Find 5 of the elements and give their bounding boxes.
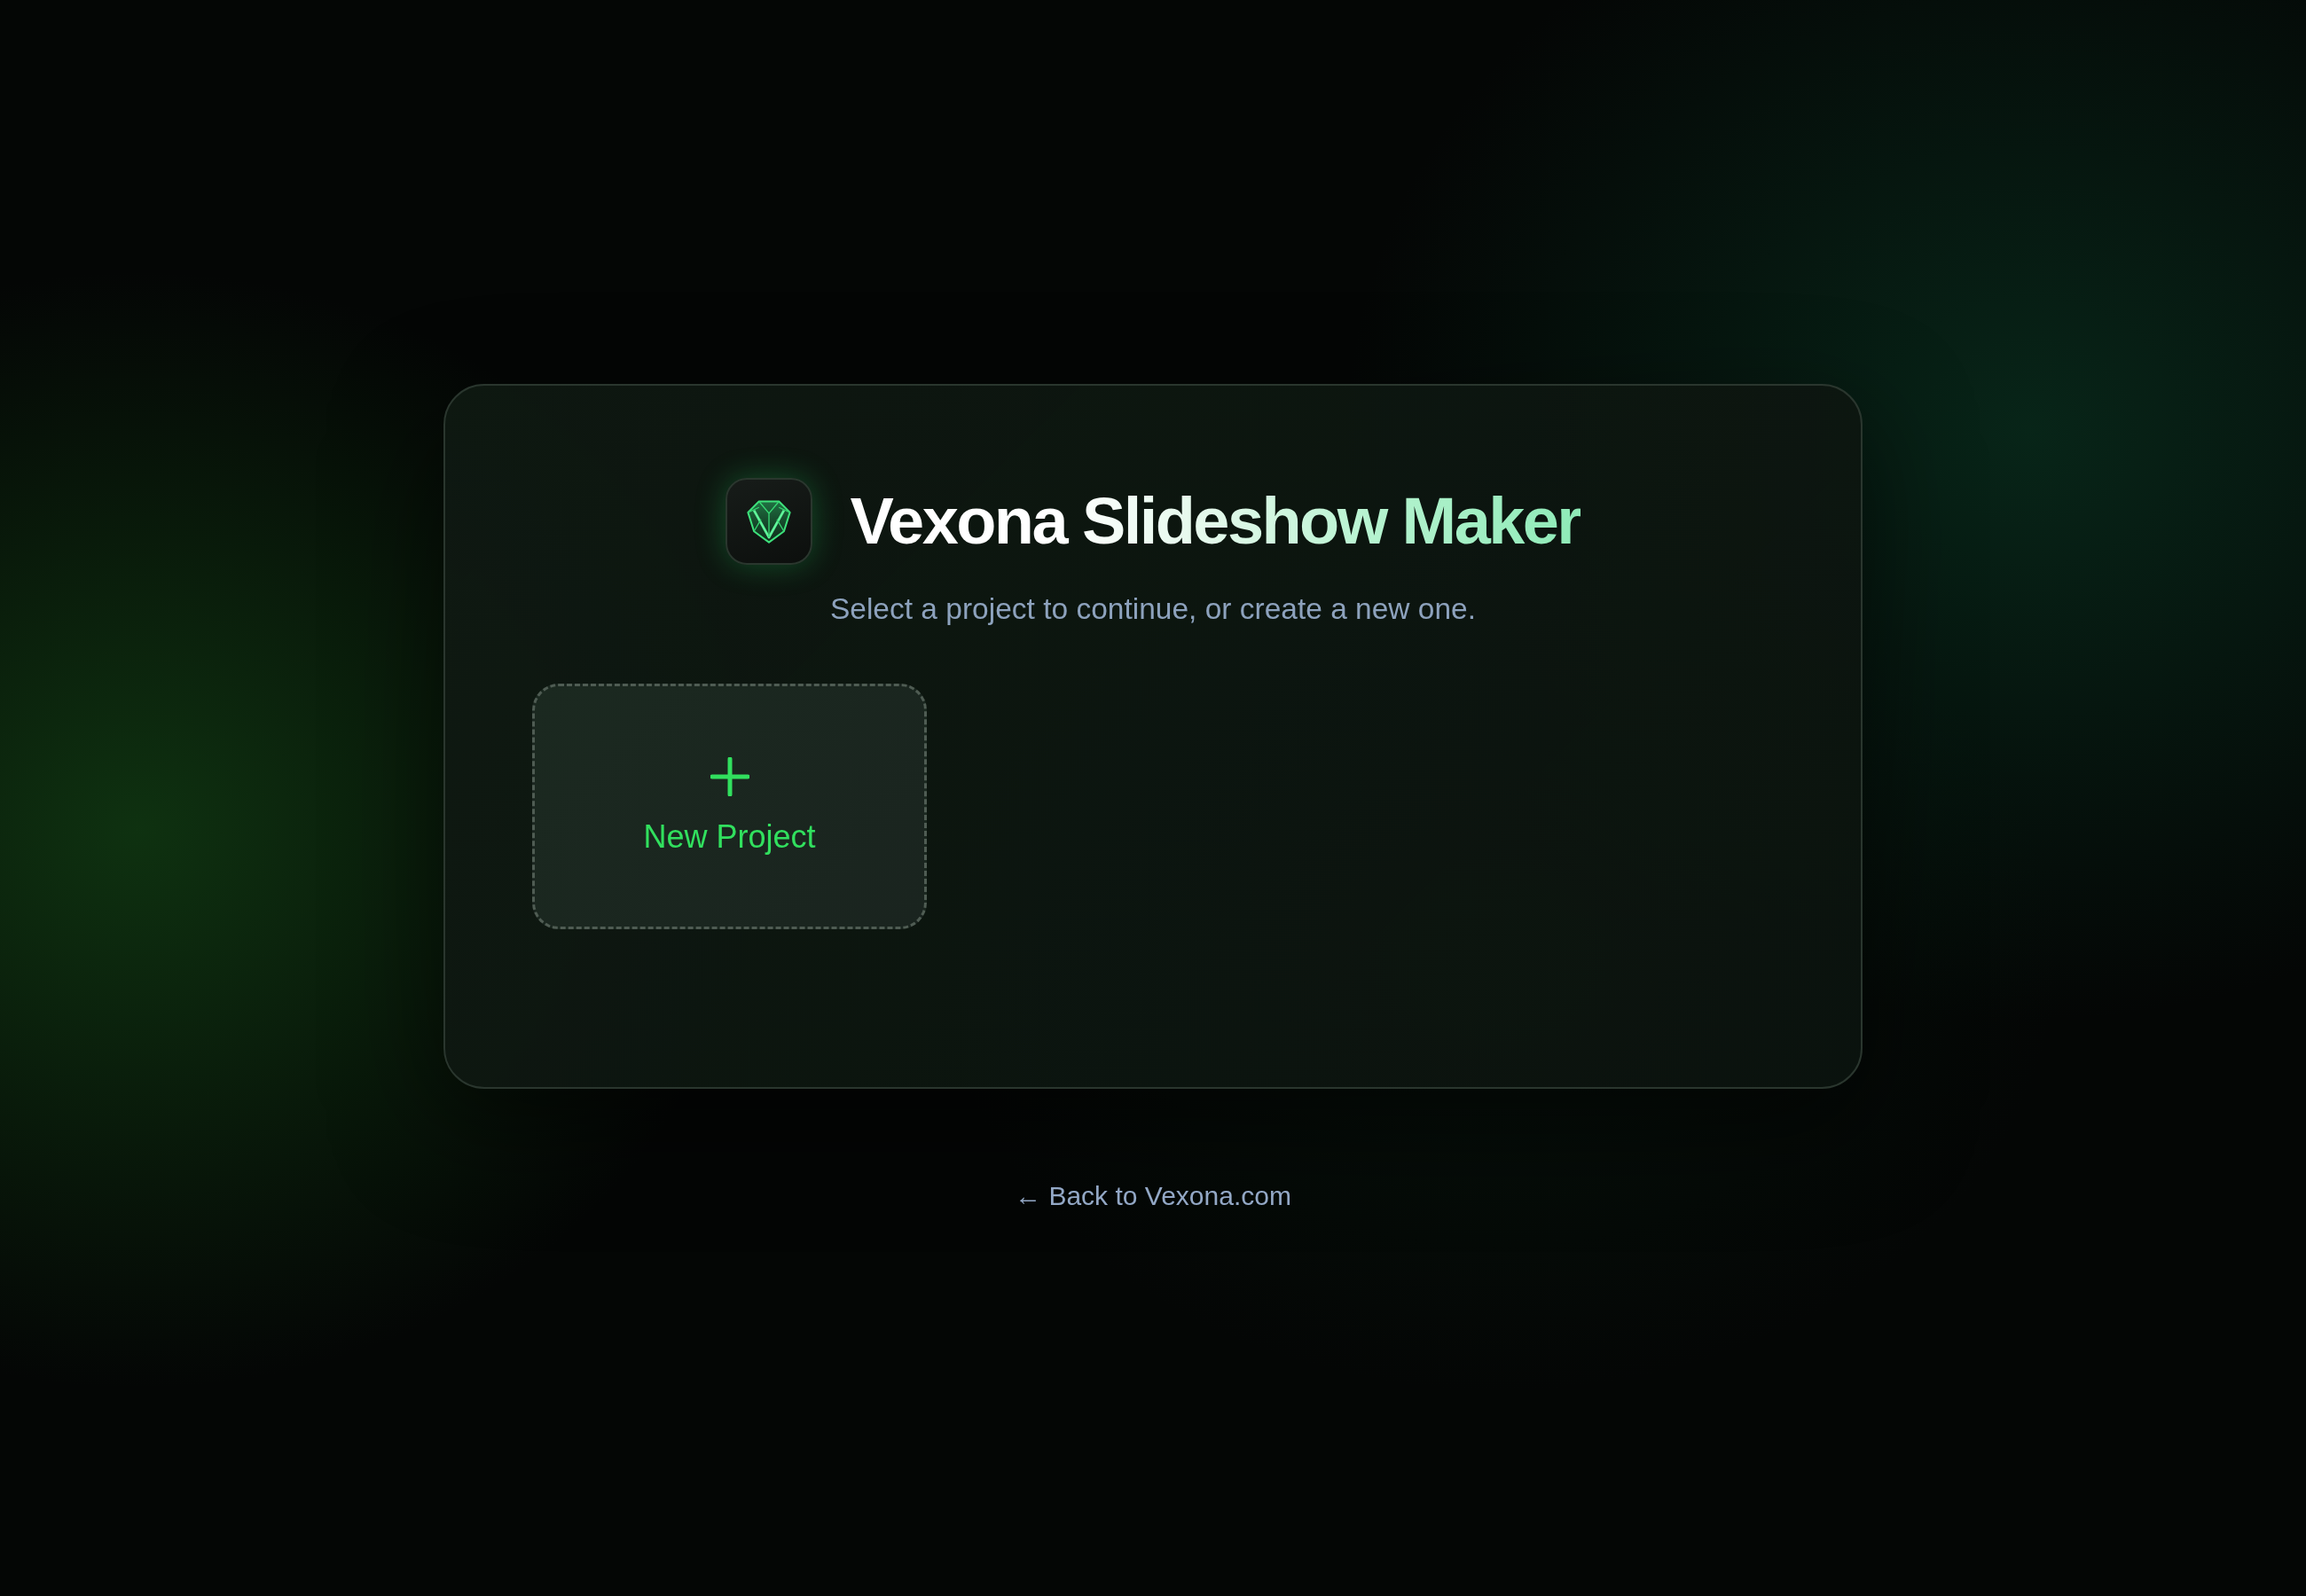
logo-icon [726, 477, 813, 565]
back-link[interactable]: ← Back to Vexona.com [1015, 1180, 1291, 1213]
new-project-button[interactable]: New Project [532, 684, 927, 930]
plus-icon [710, 757, 749, 796]
subtitle-text: Select a project to continue, or create a new one. [829, 591, 1477, 627]
